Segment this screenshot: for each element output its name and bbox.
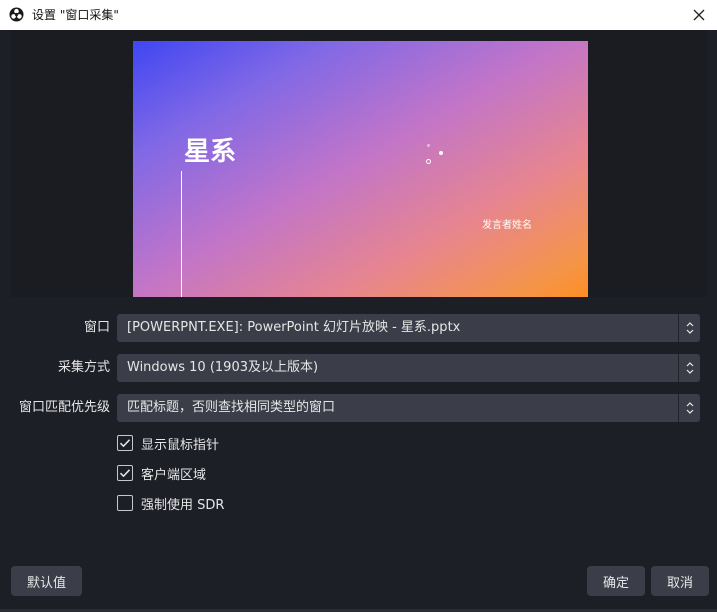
obs-logo-icon: [9, 7, 24, 22]
match-priority-select-value: 匹配标题，否则查找相同类型的窗口: [127, 400, 336, 415]
slide-decor-dot: [439, 151, 443, 155]
client-area-checkbox[interactable]: [117, 465, 133, 481]
updown-arrow-icon: [678, 354, 700, 382]
close-icon: [693, 6, 705, 25]
capture-method-select[interactable]: Windows 10 (1903及以上版本): [117, 354, 700, 382]
window-label: 窗口: [83, 320, 110, 335]
ok-button[interactable]: 确定: [587, 566, 645, 596]
force-sdr-checkbox-row[interactable]: 强制使用 SDR: [117, 494, 225, 513]
slide-author: 发言者姓名: [482, 220, 532, 231]
slide-decor-dot: [427, 144, 430, 147]
slide-decor-dot: [426, 159, 431, 164]
capture-method-row: 采集方式 Windows 10 (1903及以上版本): [0, 354, 717, 382]
slide-divider-line: [181, 171, 182, 297]
client-area-label: 客户端区域: [141, 467, 207, 483]
settings-dialog: 设置 "窗口采集" 星系 发言者姓名 窗口 [POWERPNT.EXE]: Po…: [0, 0, 717, 612]
capture-method-select-value: Windows 10 (1903及以上版本): [127, 360, 319, 375]
checkmark-icon: [119, 469, 131, 478]
window-title: 设置 "窗口采集": [32, 8, 119, 22]
show-cursor-checkbox-row[interactable]: 显示鼠标指针: [117, 434, 220, 453]
match-priority-select[interactable]: 匹配标题，否则查找相同类型的窗口: [117, 394, 700, 422]
title-bar: 设置 "窗口采集": [0, 0, 717, 30]
defaults-button[interactable]: 默认值: [11, 566, 82, 596]
force-sdr-checkbox[interactable]: [117, 495, 133, 511]
close-button[interactable]: [681, 0, 717, 30]
checkmark-icon: [119, 439, 131, 448]
slide-title: 星系: [184, 137, 237, 167]
updown-arrow-icon: [678, 394, 700, 422]
force-sdr-label: 强制使用 SDR: [141, 497, 225, 513]
captured-slide-preview: 星系 发言者姓名: [133, 41, 588, 297]
preview-area: 星系 发言者姓名: [10, 30, 707, 297]
show-cursor-label: 显示鼠标指针: [141, 437, 220, 453]
client-area-checkbox-row[interactable]: 客户端区域: [117, 464, 207, 483]
match-priority-row: 窗口匹配优先级 匹配标题，否则查找相同类型的窗口: [0, 394, 717, 422]
updown-arrow-icon: [678, 314, 700, 342]
window-select-value: [POWERPNT.EXE]: PowerPoint 幻灯片放映 - 星系.pp…: [127, 320, 461, 335]
cancel-button[interactable]: 取消: [651, 566, 709, 596]
window-select[interactable]: [POWERPNT.EXE]: PowerPoint 幻灯片放映 - 星系.pp…: [117, 314, 700, 342]
window-row: 窗口 [POWERPNT.EXE]: PowerPoint 幻灯片放映 - 星系…: [0, 314, 717, 342]
capture-method-label: 采集方式: [57, 360, 110, 375]
match-priority-label: 窗口匹配优先级: [18, 400, 110, 415]
show-cursor-checkbox[interactable]: [117, 435, 133, 451]
